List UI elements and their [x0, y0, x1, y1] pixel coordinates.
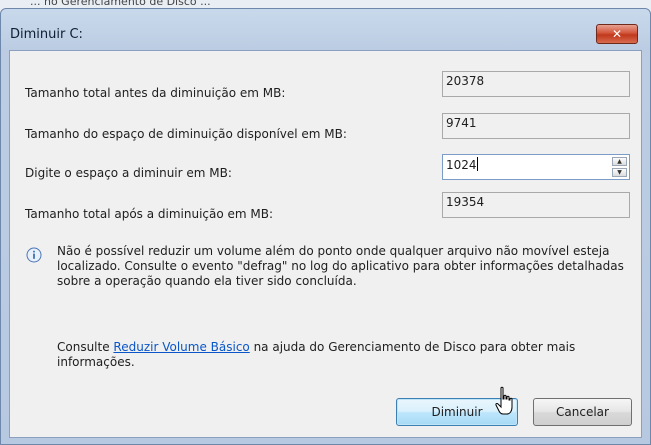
cancel-button[interactable]: Cancelar — [533, 398, 632, 426]
total-before-field: 20378 — [442, 71, 630, 97]
help-message: Consulte Reduzir Volume Básico na ajuda … — [57, 340, 632, 370]
shrink-amount-stepper[interactable]: ▲ ▼ — [612, 157, 627, 177]
spin-up-icon[interactable]: ▲ — [612, 157, 627, 166]
text-caret — [476, 157, 478, 171]
shrink-amount-value: 1024 — [446, 158, 477, 172]
total-before-value: 20378 — [446, 74, 485, 88]
available-space-field: 9741 — [442, 113, 630, 139]
total-before-label: Tamanho total antes da diminuição em MB: — [25, 86, 286, 100]
dialog-client-area: Tamanho total antes da diminuição em MB:… — [9, 50, 642, 438]
shrink-amount-label: Digite o espaço a diminuir em MB: — [25, 166, 232, 180]
total-after-value: 19354 — [446, 195, 485, 209]
hand-cursor-icon — [495, 386, 513, 415]
info-icon — [26, 247, 42, 263]
info-message: Não é possível reduzir um volume além do… — [57, 244, 624, 288]
background-text: ... no Gerenciamento de Disco ... — [30, 0, 211, 8]
cancel-button-label: Cancelar — [556, 405, 609, 419]
shrink-dialog: Diminuir C: ✕ Tamanho total antes da dim… — [0, 8, 651, 445]
total-after-field: 19354 — [442, 192, 630, 218]
close-icon: ✕ — [611, 27, 623, 41]
shrink-amount-input[interactable]: 1024 ▲ ▼ — [442, 154, 630, 180]
shrink-button-label: Diminuir — [431, 405, 483, 419]
help-prefix: Consulte — [57, 340, 114, 354]
total-after-label: Tamanho total após a diminuição em MB: — [25, 207, 274, 221]
available-space-value: 9741 — [446, 116, 477, 130]
dialog-titlebar[interactable]: Diminuir C: ✕ — [1, 9, 650, 49]
available-space-label: Tamanho do espaço de diminuição disponív… — [25, 127, 347, 141]
help-link[interactable]: Reduzir Volume Básico — [113, 340, 249, 354]
dialog-title: Diminuir C: — [10, 27, 83, 42]
close-button[interactable]: ✕ — [596, 24, 638, 44]
spin-down-icon[interactable]: ▼ — [612, 168, 627, 177]
